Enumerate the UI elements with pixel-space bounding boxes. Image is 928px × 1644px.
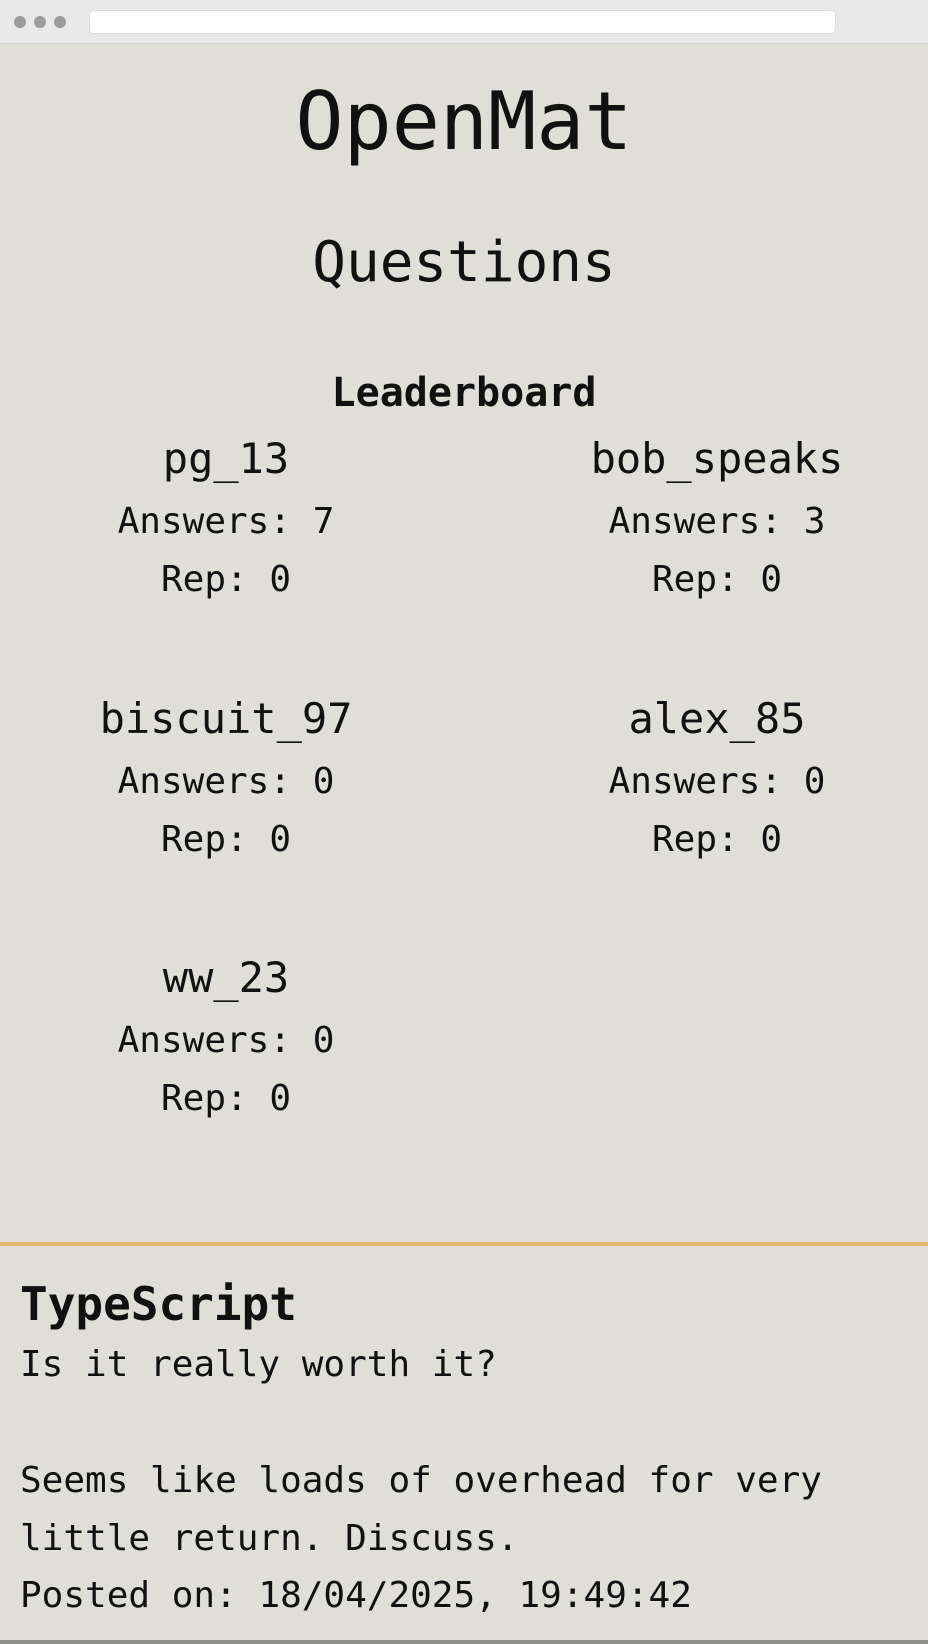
window-minimize-dot[interactable] [34,16,46,28]
leaderboard-answers: Answers: 0 [117,761,335,802]
question-title[interactable]: TypeScript [20,1274,297,1334]
leaderboard-rep: Rep: 0 [651,819,783,860]
leaderboard-username[interactable]: pg_13 [16,431,436,493]
leaderboard-username[interactable]: bob_speaks [507,431,927,493]
leaderboard-answers: Answers: 3 [608,501,826,542]
leaderboard-answers: Answers: 0 [608,761,826,802]
leaderboard-entry[interactable]: ww_23 Answers: 0 Rep: 0 [16,950,436,1128]
leaderboard-rep: Rep: 0 [160,1078,292,1119]
leaderboard-username[interactable]: biscuit_97 [16,691,436,753]
browser-toolbar [0,0,928,44]
page-heading: Questions [312,230,616,295]
leaderboard-answers: Answers: 7 [117,501,335,542]
window-maximize-dot[interactable] [54,16,66,28]
question-body: Is it really worth it? Seems like loads … [20,1344,822,1559]
leaderboard-entry[interactable]: bob_speaks Answers: 3 Rep: 0 [507,431,927,609]
app-title: OpenMat [295,75,633,168]
leaderboard-rep: Rep: 0 [160,559,292,600]
leaderboard-answers: Answers: 0 [117,1020,335,1061]
address-bar[interactable] [89,10,836,34]
leaderboard-entry[interactable]: biscuit_97 Answers: 0 Rep: 0 [16,691,436,869]
window-bottom-border [0,1640,928,1644]
leaderboard-rep: Rep: 0 [651,559,783,600]
question-posted-date: Posted on: 18/04/2025, 19:49:42 [20,1575,692,1616]
window-close-dot[interactable] [14,16,26,28]
leaderboard-username[interactable]: alex_85 [507,691,927,753]
leaderboard-username[interactable]: ww_23 [16,950,436,1012]
section-divider [0,1242,928,1246]
leaderboard-entry[interactable]: alex_85 Answers: 0 Rep: 0 [507,691,927,869]
leaderboard-entry[interactable]: pg_13 Answers: 7 Rep: 0 [16,431,436,609]
leaderboard-title: Leaderboard [331,370,597,416]
leaderboard-rep: Rep: 0 [160,819,292,860]
